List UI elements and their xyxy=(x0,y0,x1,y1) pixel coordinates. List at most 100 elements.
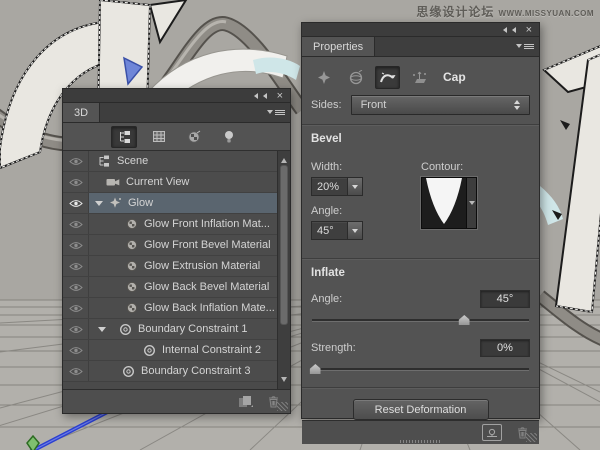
panel-3d-tabstrip: 3D xyxy=(63,103,290,123)
material-sphere-icon xyxy=(126,302,138,314)
tree-row-constraint[interactable]: Boundary Constraint 1 xyxy=(63,319,277,340)
mesh-properties-button[interactable] xyxy=(311,66,336,89)
axes-box-icon xyxy=(413,71,426,83)
section-divider xyxy=(302,124,539,126)
3d-scene-tree: Scene Current View Glow Glow Front Infla… xyxy=(63,151,290,389)
tree-row-material[interactable]: Glow Front Inflation Mat... xyxy=(63,214,277,235)
sides-select[interactable]: Front xyxy=(350,95,530,115)
contour-picker[interactable] xyxy=(421,177,477,229)
constraint-ring-icon xyxy=(119,323,132,336)
tab-properties[interactable]: Properties xyxy=(302,37,376,56)
deform-properties-button[interactable] xyxy=(343,66,368,89)
material-sphere-icon xyxy=(126,239,138,251)
slider-thumb[interactable] xyxy=(458,315,470,325)
tree-scrollbar[interactable] xyxy=(277,151,290,389)
panel-menu-icon[interactable] xyxy=(516,41,534,51)
slider-thumb[interactable] xyxy=(309,364,321,374)
cap-properties-button[interactable] xyxy=(375,65,400,89)
mesh-star-icon xyxy=(109,197,122,209)
combo-arrow-icon[interactable] xyxy=(347,222,362,239)
coordinates-properties-button[interactable] xyxy=(407,66,432,89)
mesh-star-icon xyxy=(317,70,330,84)
tree-row-current-view[interactable]: Current View xyxy=(63,172,277,193)
bevel-angle-value: 45° xyxy=(317,224,334,237)
visibility-eye-icon[interactable] xyxy=(63,298,89,318)
visibility-eye-icon[interactable] xyxy=(63,340,89,360)
contour-thumbnail xyxy=(422,178,466,228)
sides-label: Sides: xyxy=(311,99,342,111)
visibility-eye-icon[interactable] xyxy=(63,151,89,171)
inflate-strength-slider[interactable] xyxy=(309,362,530,375)
filter-meshes-button[interactable] xyxy=(146,126,172,148)
contour-arrow-icon xyxy=(468,201,475,208)
contour-label: Contour: xyxy=(421,161,464,173)
watermark-site-url: WWW.MISSYUAN.COM xyxy=(498,9,594,18)
panel-3d-bottombar xyxy=(63,389,290,413)
filter-whole-scene-button[interactable] xyxy=(111,125,137,148)
watermark: 思缘设计论坛 WWW.MISSYUAN.COM xyxy=(416,3,594,20)
collapse-to-icons-icon[interactable] xyxy=(500,26,516,33)
bevel-width-combo[interactable]: 20% xyxy=(311,177,363,196)
filter-materials-button[interactable] xyxy=(181,126,207,148)
panel-properties-bottombar xyxy=(302,420,539,444)
reset-deformation-button[interactable]: Reset Deformation xyxy=(352,399,489,420)
new-item-icon[interactable] xyxy=(238,395,253,408)
collapse-to-icons-icon[interactable] xyxy=(251,92,267,99)
light-bulb-icon xyxy=(225,130,233,142)
visibility-eye-icon[interactable] xyxy=(63,172,89,192)
bevel-angle-combo[interactable]: 45° xyxy=(311,221,363,240)
material-sphere-icon xyxy=(126,260,138,272)
tree-row-material[interactable]: Glow Back Bevel Material xyxy=(63,277,277,298)
tree-row-glow[interactable]: Glow xyxy=(63,193,277,214)
combo-arrow-icon[interactable] xyxy=(347,178,362,195)
close-icon[interactable]: × xyxy=(277,90,283,101)
contour-arrow-strip[interactable] xyxy=(466,178,476,228)
visibility-eye-icon[interactable] xyxy=(63,214,89,234)
inflate-angle-slider[interactable] xyxy=(311,313,530,326)
bevel-section: Width: 20% Angle: 45° Contour: xyxy=(311,145,530,251)
constraint-ring-icon xyxy=(122,365,135,378)
bevel-heading: Bevel xyxy=(311,133,342,145)
constraint-ring-icon xyxy=(143,344,156,357)
section-divider xyxy=(302,258,539,260)
visibility-eye-icon[interactable] xyxy=(63,193,89,213)
checker-sphere-icon xyxy=(188,130,201,143)
tree-row-constraint[interactable]: Boundary Constraint 3 xyxy=(63,361,277,382)
visibility-eye-icon[interactable] xyxy=(63,277,89,297)
3d-filter-row xyxy=(63,123,290,151)
tree-row-material[interactable]: Glow Extrusion Material xyxy=(63,256,277,277)
tree-row-material[interactable]: Glow Front Bevel Material xyxy=(63,235,277,256)
close-icon[interactable]: × xyxy=(526,24,532,35)
visibility-eye-icon[interactable] xyxy=(63,235,89,255)
panel-3d: × 3D Scene Current View Glow Glow Front … xyxy=(62,88,291,414)
expander-icon[interactable] xyxy=(95,200,103,210)
tree-row-constraint[interactable]: Internal Constraint 2 xyxy=(63,340,277,361)
inflate-angle-field[interactable]: 45° xyxy=(480,290,530,308)
tab-3d[interactable]: 3D xyxy=(63,103,101,122)
inflate-angle-label: Angle: xyxy=(311,293,343,305)
filter-lights-button[interactable] xyxy=(216,126,242,148)
tree-row-scene[interactable]: Scene xyxy=(63,151,277,172)
visibility-eye-icon[interactable] xyxy=(63,319,89,339)
panel-drag-grip-icon[interactable] xyxy=(399,440,442,443)
bevel-width-label: Width: xyxy=(311,161,343,173)
inflate-angle-row: Angle: 45° xyxy=(311,290,530,308)
resize-grip-icon[interactable] xyxy=(277,402,288,411)
inflate-strength-field[interactable]: 0% xyxy=(480,339,530,357)
scrollbar-thumb[interactable] xyxy=(280,165,288,325)
expander-icon[interactable] xyxy=(98,326,106,336)
tree-row-material[interactable]: Glow Back Inflation Mate... xyxy=(63,298,277,319)
visibility-eye-icon[interactable] xyxy=(63,256,89,276)
panel-menu-icon[interactable] xyxy=(267,107,285,117)
inflate-strength-row: Strength: 0% xyxy=(311,339,530,357)
scroll-down-icon xyxy=(281,377,287,385)
material-sphere-icon xyxy=(126,218,138,230)
inflate-strength-label: Strength: xyxy=(311,342,356,354)
camera-icon xyxy=(106,177,120,187)
resize-grip-icon[interactable] xyxy=(526,433,537,442)
move-to-ground-icon[interactable] xyxy=(482,424,502,441)
cap-swoosh-icon xyxy=(380,72,396,83)
visibility-eye-icon[interactable] xyxy=(63,361,89,381)
mesh-grid-icon xyxy=(153,131,165,142)
bevel-angle-label: Angle: xyxy=(311,205,343,217)
